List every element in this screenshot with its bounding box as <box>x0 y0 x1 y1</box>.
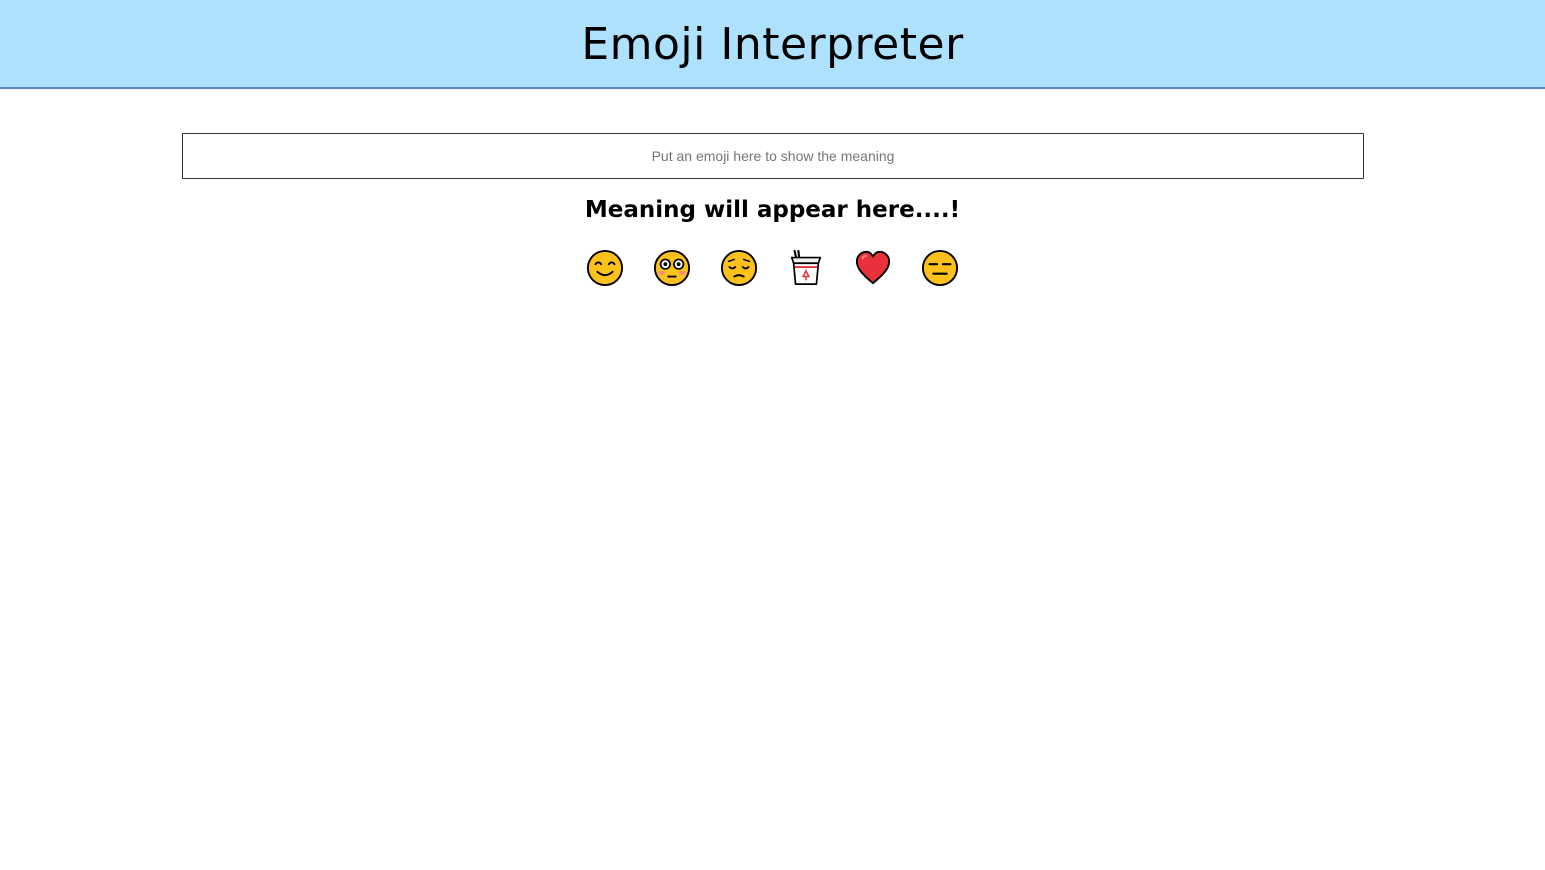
flushed-face-icon <box>653 249 691 287</box>
pensive-face-icon <box>720 249 758 287</box>
expressionless-face-icon <box>921 249 959 287</box>
search-input-wrapper <box>182 133 1364 179</box>
emoji-item-takeout-box[interactable] <box>787 249 825 287</box>
emoji-item-expressionless[interactable] <box>921 249 959 287</box>
emoji-list <box>0 249 1545 287</box>
emoji-item-smiling[interactable] <box>586 249 624 287</box>
meaning-output: Meaning will appear here....! <box>584 197 961 223</box>
app-header: Emoji Interpreter <box>0 0 1545 89</box>
emoji-item-red-heart[interactable] <box>854 249 892 287</box>
smiling-face-with-smiling-eyes-icon <box>586 249 624 287</box>
page-title: Emoji Interpreter <box>581 19 964 70</box>
takeout-box-icon <box>790 249 822 286</box>
red-heart-icon <box>855 250 891 285</box>
emoji-item-pensive[interactable] <box>720 249 758 287</box>
emoji-input[interactable] <box>182 133 1364 179</box>
emoji-item-flushed[interactable] <box>653 249 691 287</box>
